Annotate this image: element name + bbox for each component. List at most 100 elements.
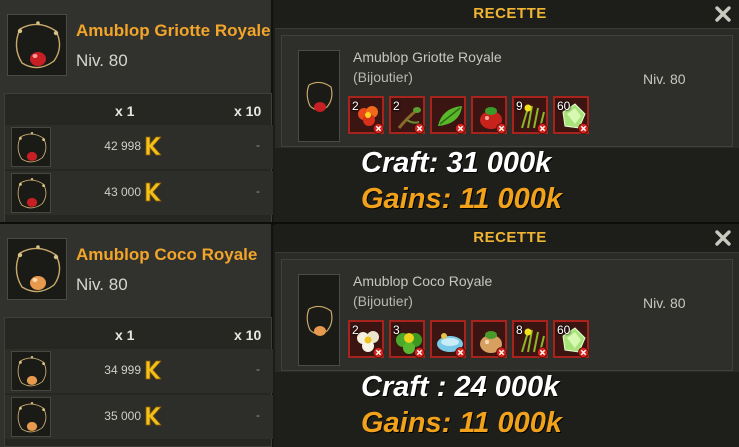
row-price-x10: - — [256, 184, 260, 198]
recipe-body: Amublop Griotte Royale (Bijoutier) Niv. … — [281, 35, 733, 147]
close-icon[interactable] — [712, 227, 734, 249]
item-name: Amublop Coco Royale — [76, 245, 258, 264]
row-price: 35 000 — [104, 409, 141, 423]
close-icon[interactable] — [712, 3, 734, 25]
item-section-griotte: Amublop Griotte Royale Niv. 80 x 1 x 10 … — [0, 0, 739, 223]
missing-ingredient-icon — [373, 347, 384, 358]
recipe-job: (Bijoutier) — [353, 69, 413, 85]
missing-ingredient-icon — [496, 123, 507, 134]
amulet-icon — [17, 401, 47, 433]
ingredient-slot[interactable]: 8 — [512, 320, 548, 358]
missing-ingredient-icon — [373, 123, 384, 134]
ingredient-slot[interactable] — [430, 96, 466, 134]
row-price-x10: - — [256, 408, 260, 422]
ingredient-quantity: 3 — [393, 323, 400, 337]
column-header-x10[interactable]: x 10 — [234, 327, 261, 343]
row-price: 34 999 — [104, 363, 141, 377]
price-table: x 1 x 10 42 998 - 43 000 - — [4, 93, 273, 223]
amulet-icon — [15, 20, 61, 69]
row-item-image — [11, 127, 51, 167]
recipe-window: RECETTE Amublop Griotte Royale (Bijoutie… — [275, 0, 739, 223]
recipe-item-image[interactable] — [298, 50, 340, 142]
amulet-icon — [17, 177, 47, 209]
row-price: 42 998 — [104, 139, 141, 153]
item-image[interactable] — [7, 14, 67, 76]
item-panel: Amublop Griotte Royale Niv. 80 x 1 x 10 … — [0, 0, 273, 223]
kama-icon — [145, 182, 162, 202]
row-price: 43 000 — [104, 185, 141, 199]
ingredient-list: 2 3 8 60 — [348, 320, 628, 360]
amulet-icon — [17, 355, 47, 387]
ingredient-quantity: 9 — [516, 99, 523, 113]
item-name: Amublop Griotte Royale — [76, 21, 271, 40]
item-section-coco: Amublop Coco Royale Niv. 80 x 1 x 10 34 … — [0, 224, 739, 447]
ingredient-quantity: 2 — [352, 323, 359, 337]
recipe-body: Amublop Coco Royale (Bijoutier) Niv. 80 … — [281, 259, 733, 371]
item-panel: Amublop Coco Royale Niv. 80 x 1 x 10 34 … — [0, 224, 273, 447]
amulet-icon — [17, 131, 47, 163]
gains-value: Gains: 11 000k — [361, 407, 562, 439]
craft-cost: Craft : 24 000k — [361, 371, 560, 403]
row-price-x10: - — [256, 362, 260, 376]
amulet-icon — [306, 305, 333, 336]
ingredient-slot[interactable] — [430, 320, 466, 358]
missing-ingredient-icon — [455, 347, 466, 358]
ingredient-slot[interactable]: 2 — [389, 96, 425, 134]
ingredient-quantity: 60 — [557, 99, 571, 113]
recipe-item-image[interactable] — [298, 274, 340, 366]
ingredient-slot[interactable] — [471, 96, 507, 134]
recipe-item-name: Amublop Coco Royale — [353, 273, 493, 289]
ingredient-slot[interactable]: 60 — [553, 96, 589, 134]
item-level: Niv. 80 — [76, 275, 128, 294]
amulet-icon — [306, 81, 333, 112]
column-header-x10[interactable]: x 10 — [234, 103, 261, 119]
recipe-title: RECETTE — [473, 5, 547, 22]
craft-cost: Craft: 31 000k — [361, 147, 552, 179]
kama-icon — [145, 136, 162, 156]
missing-ingredient-icon — [496, 347, 507, 358]
row-price-x10: - — [256, 138, 260, 152]
column-header-x1[interactable]: x 1 — [115, 103, 134, 119]
recipe-title: RECETTE — [473, 229, 547, 246]
recipe-window: RECETTE Amublop Coco Royale (Bijoutier) … — [275, 224, 739, 447]
ingredient-slot[interactable] — [471, 320, 507, 358]
ingredient-slot[interactable]: 3 — [389, 320, 425, 358]
table-row[interactable]: 43 000 - — [5, 171, 273, 215]
recipe-level: Niv. 80 — [643, 71, 686, 87]
ingredient-quantity: 2 — [393, 99, 400, 113]
kama-icon — [145, 360, 162, 380]
missing-ingredient-icon — [414, 347, 425, 358]
row-item-image — [11, 397, 51, 437]
missing-ingredient-icon — [455, 123, 466, 134]
price-table: x 1 x 10 34 999 - 35 000 - — [4, 317, 273, 447]
missing-ingredient-icon — [414, 123, 425, 134]
ingredient-slot[interactable]: 2 — [348, 320, 384, 358]
item-level: Niv. 80 — [76, 51, 128, 70]
amulet-icon — [15, 244, 61, 293]
ingredient-quantity: 2 — [352, 99, 359, 113]
recipe-job: (Bijoutier) — [353, 293, 413, 309]
gains-value: Gains: 11 000k — [361, 183, 562, 215]
item-image[interactable] — [7, 238, 67, 300]
recipe-header[interactable]: RECETTE — [275, 0, 739, 29]
kama-icon — [145, 406, 162, 426]
missing-ingredient-icon — [578, 347, 589, 358]
ingredient-quantity: 60 — [557, 323, 571, 337]
missing-ingredient-icon — [537, 123, 548, 134]
recipe-level: Niv. 80 — [643, 295, 686, 311]
row-item-image — [11, 173, 51, 213]
ingredient-slot[interactable]: 9 — [512, 96, 548, 134]
ingredient-list: 2 2 9 60 — [348, 96, 628, 136]
ingredient-slot[interactable]: 60 — [553, 320, 589, 358]
table-row[interactable]: 42 998 - — [5, 125, 273, 169]
ingredient-quantity: 8 — [516, 323, 523, 337]
table-row[interactable]: 34 999 - — [5, 349, 273, 393]
recipe-item-name: Amublop Griotte Royale — [353, 49, 502, 65]
ingredient-slot[interactable]: 2 — [348, 96, 384, 134]
column-header-x1[interactable]: x 1 — [115, 327, 134, 343]
recipe-header[interactable]: RECETTE — [275, 224, 739, 253]
missing-ingredient-icon — [537, 347, 548, 358]
row-item-image — [11, 351, 51, 391]
table-row[interactable]: 35 000 - — [5, 395, 273, 439]
missing-ingredient-icon — [578, 123, 589, 134]
